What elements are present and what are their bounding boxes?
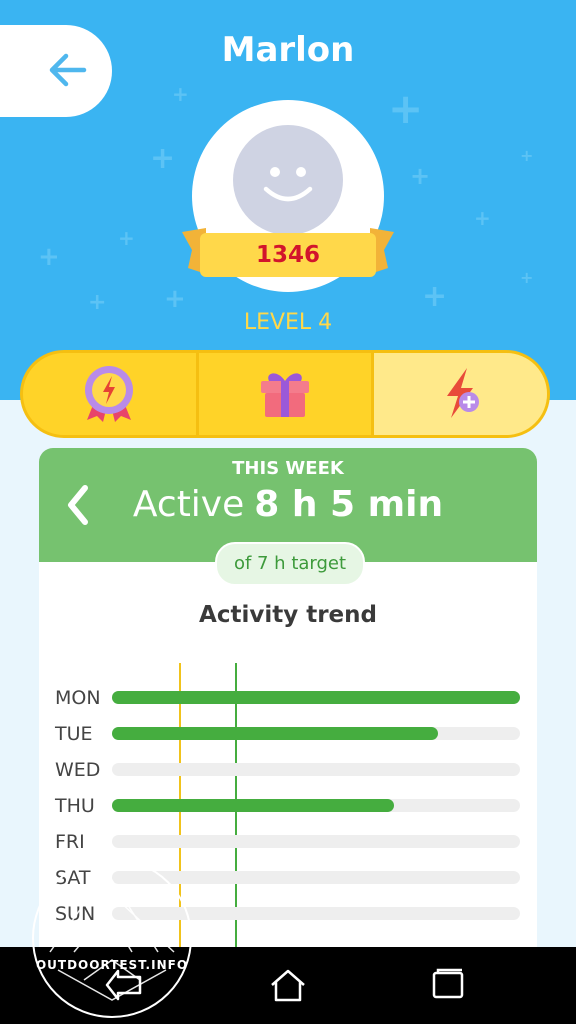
day-label: WED: [55, 759, 101, 781]
activity-bar-track: [112, 799, 520, 812]
decor-plus-icon: +: [474, 206, 491, 230]
activity-row: WED: [39, 755, 537, 785]
activity-bar-track: [112, 691, 520, 704]
activity-bar: [112, 727, 439, 740]
activity-bar-track: [112, 835, 520, 848]
activity-bar: [112, 799, 394, 812]
day-label: MON: [55, 687, 101, 709]
active-time: Active 8 h 5 min: [39, 484, 537, 525]
smiley-icon: [263, 167, 313, 202]
target-pill: of 7 h target: [215, 542, 365, 586]
activity-bar-track: [112, 727, 520, 740]
watermark-logo: OUTDOORTEST.INFO: [32, 858, 192, 1018]
decor-plus-icon: +: [410, 162, 431, 190]
activity-row: FRI: [39, 827, 537, 857]
activity-row: THU: [39, 791, 537, 821]
bolt-plus-icon: [446, 368, 479, 418]
watermark-text: OUTDOORTEST.INFO: [35, 958, 189, 972]
decor-plus-icon: +: [520, 268, 534, 287]
day-label: FRI: [55, 831, 85, 853]
activity-bar-track: [112, 763, 520, 776]
decor-plus-icon: +: [38, 242, 60, 272]
profile-header: + + + + + + + + + + + + Marlon 1346 LEVE…: [0, 0, 576, 400]
score-badge: 1346: [200, 233, 376, 277]
active-value: 8 h 5 min: [254, 484, 444, 525]
avatar[interactable]: [233, 125, 343, 235]
recents-nav-icon[interactable]: [428, 967, 468, 1003]
activity-row: TUE: [39, 719, 537, 749]
day-label: TUE: [55, 723, 93, 745]
tab-boost[interactable]: [374, 353, 547, 435]
home-nav-icon[interactable]: [268, 967, 308, 1003]
active-label: Active: [132, 484, 245, 525]
mountain-logo-icon: [49, 872, 175, 1001]
tab-rewards[interactable]: [199, 353, 375, 435]
trend-title: Activity trend: [199, 602, 377, 628]
decor-plus-icon: +: [520, 146, 534, 165]
day-label: THU: [55, 795, 95, 817]
decor-plus-icon: +: [164, 284, 186, 314]
activity-row: MON: [39, 683, 537, 713]
decor-plus-icon: +: [172, 82, 189, 106]
decor-plus-icon: +: [422, 279, 448, 314]
decor-plus-icon: +: [150, 141, 176, 176]
profile-tabs: [20, 350, 550, 438]
tab-achievements[interactable]: [23, 353, 199, 435]
page-title: Marlon: [221, 30, 355, 70]
level-label: LEVEL 4: [243, 310, 333, 335]
badge-icon: [85, 366, 134, 422]
decor-plus-icon: +: [388, 84, 424, 133]
decor-plus-icon: +: [118, 226, 135, 250]
activity-bar: [112, 691, 520, 704]
week-label: THIS WEEK: [232, 458, 344, 479]
gift-icon: [261, 373, 309, 417]
